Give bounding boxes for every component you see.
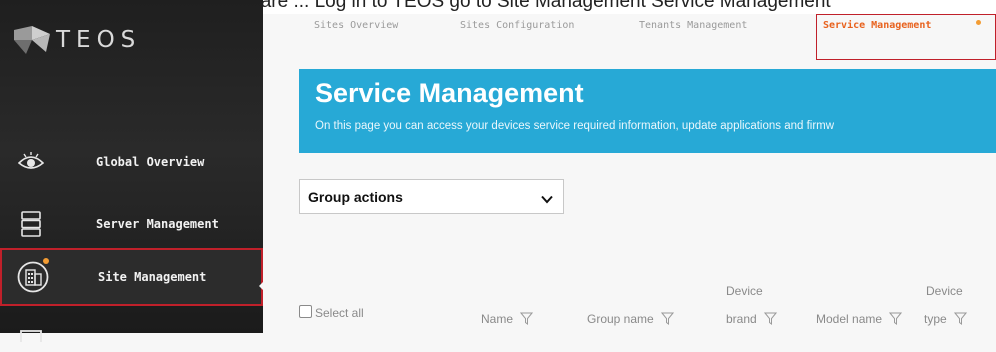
column-header-label: Name [481, 312, 514, 327]
chevron-down-icon [541, 191, 553, 209]
page-description: On this page you can access your devices… [315, 120, 835, 132]
sidebar-item-global-overview[interactable]: Global Overview [0, 134, 263, 190]
column-header-device-type-line1: Device [926, 284, 963, 298]
teos-logo-icon [12, 24, 52, 56]
sidebar-item-label: Server Management [96, 217, 219, 231]
notification-badge [43, 258, 49, 264]
sidebar-item-label: Global Overview [96, 155, 205, 169]
logo-text: TEOS [56, 27, 142, 53]
server-icon [14, 207, 48, 241]
tab-tenants-management[interactable]: Tenants Management [639, 20, 747, 31]
column-header-label: type [924, 312, 947, 327]
filter-icon[interactable] [660, 312, 675, 328]
group-actions-select[interactable]: Group actions [299, 179, 564, 214]
page-banner: Service Management On this page you can … [299, 69, 996, 153]
table-header: Select all Name Group name Device brand … [299, 268, 996, 333]
checkbox-icon [299, 305, 312, 318]
monitor-icon [14, 318, 48, 352]
column-header-group-name[interactable]: Group name [587, 312, 675, 328]
column-header-device-type[interactable]: type [924, 312, 968, 328]
filter-icon[interactable] [953, 312, 968, 328]
column-header-device-brand[interactable]: brand [726, 312, 778, 328]
tab-sites-overview[interactable]: Sites Overview [314, 20, 398, 31]
column-header-model-name[interactable]: Model name [816, 312, 903, 328]
sidebar-item-site-management[interactable]: Site Management [0, 248, 263, 306]
active-item-pointer [259, 272, 273, 300]
tab-sites-configuration[interactable]: Sites Configuration [460, 20, 574, 31]
sidebar-item-label: Site Management [98, 270, 207, 284]
logo[interactable]: TEOS [12, 20, 141, 60]
sidebar-item-monitor[interactable] [0, 318, 263, 342]
column-header-name[interactable]: Name [481, 312, 534, 328]
active-tab-highlight [816, 14, 996, 60]
filter-icon[interactable] [889, 312, 903, 328]
group-actions-value: Group actions [308, 189, 403, 205]
column-header-label: Model name [816, 312, 883, 327]
sidebar: TEOS Global Overview Server Management S… [0, 0, 263, 342]
sidebar-item-server-management[interactable]: Server Management [0, 196, 263, 252]
eye-icon [14, 145, 48, 179]
column-header-device-brand-line1: Device [726, 284, 763, 298]
select-all-label: Select all [315, 306, 364, 320]
column-header-label: Group name [587, 312, 654, 327]
filter-icon[interactable] [763, 312, 778, 328]
filter-icon[interactable] [520, 312, 534, 328]
column-header-label: brand [726, 312, 757, 327]
select-all-checkbox[interactable]: Select all [299, 305, 364, 320]
page-title: Service Management [315, 78, 584, 108]
building-icon [16, 260, 50, 294]
